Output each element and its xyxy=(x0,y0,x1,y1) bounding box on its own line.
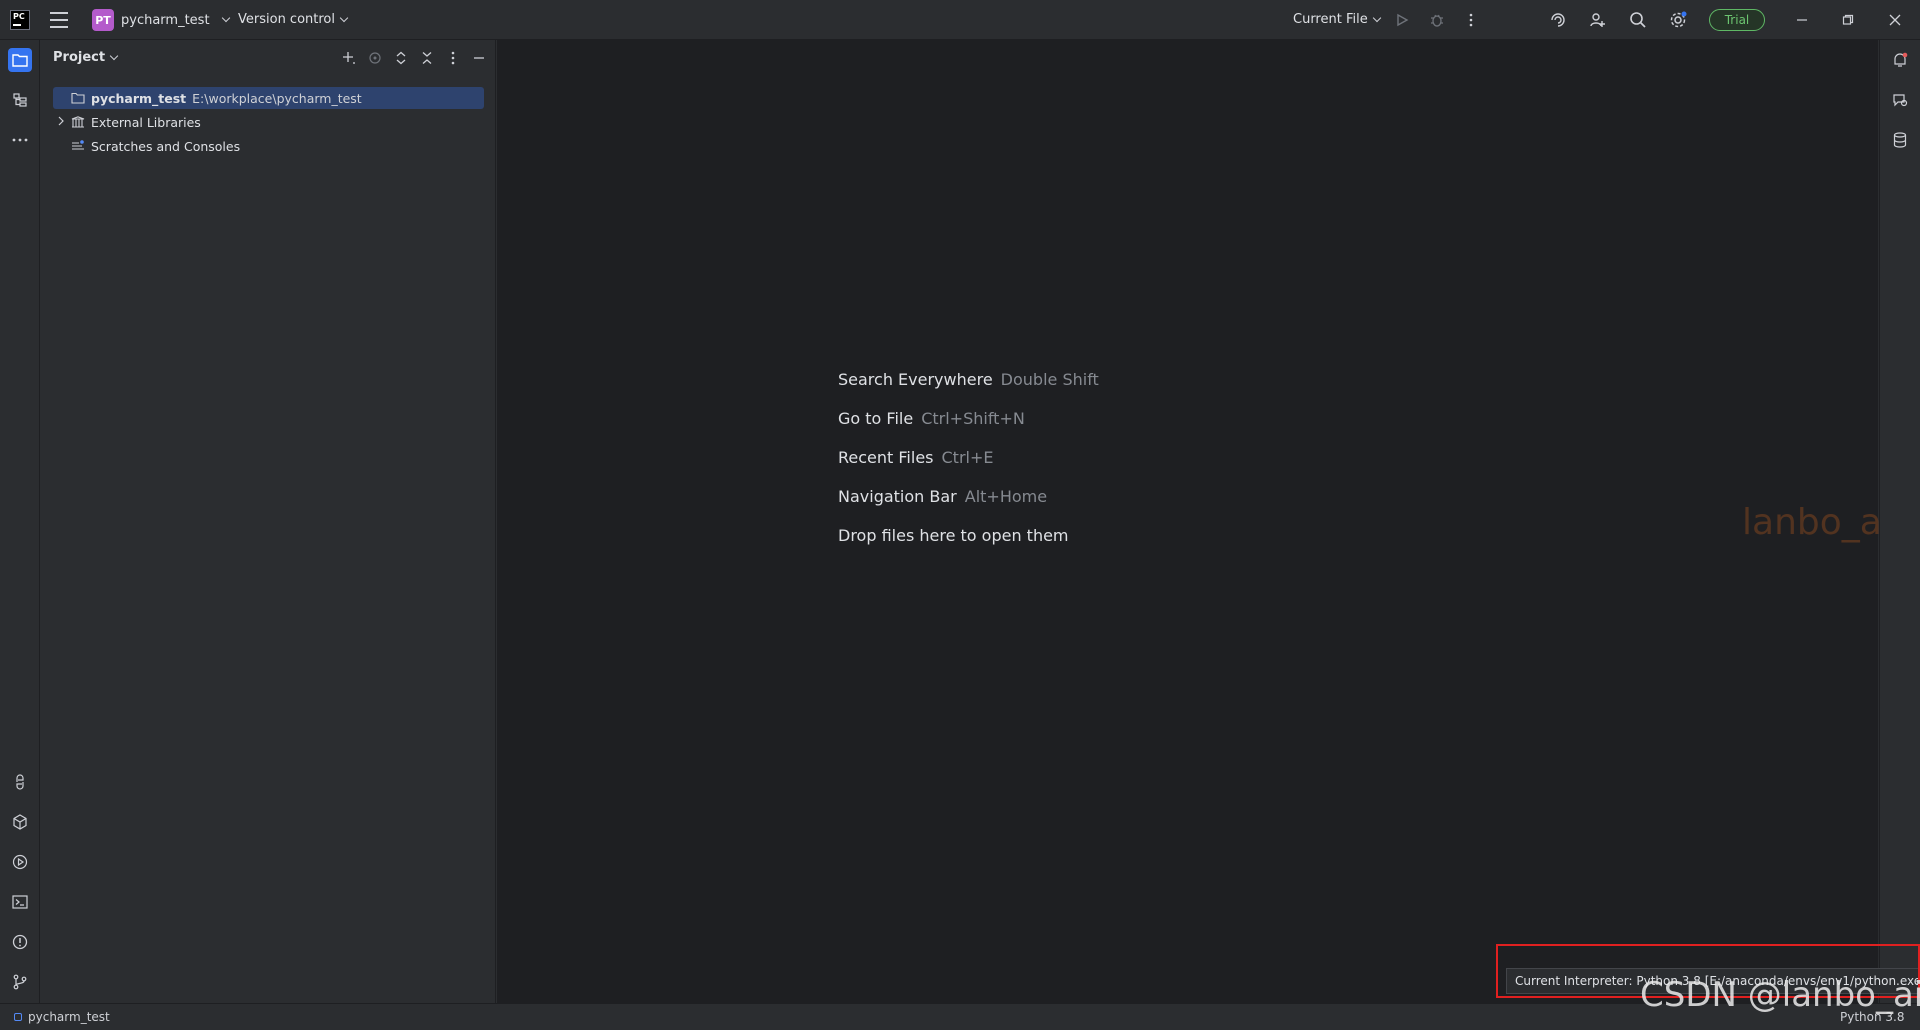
version-control-widget[interactable]: Version control xyxy=(238,12,349,27)
chevron-down-icon xyxy=(221,13,230,23)
ai-chat-icon[interactable] xyxy=(1888,88,1912,112)
problems-icon[interactable] xyxy=(8,930,32,954)
collapse-all-icon[interactable] xyxy=(419,50,435,66)
left-tool-strip xyxy=(0,40,40,1003)
restore-window-icon[interactable] xyxy=(1836,8,1860,32)
module-icon xyxy=(14,1013,22,1021)
hide-panel-icon[interactable] xyxy=(471,50,487,66)
structure-icon[interactable] xyxy=(8,88,32,112)
code-with-me-icon[interactable] xyxy=(1587,9,1609,31)
project-panel-toolbar xyxy=(341,50,487,66)
right-tool-strip xyxy=(1879,40,1920,1003)
tree-item-path: E:\workplace\pycharm_test xyxy=(192,90,362,106)
tree-item-project-root[interactable]: pycharm_test E:\workplace\pycharm_test xyxy=(53,87,484,109)
pycharm-logo-icon: PC xyxy=(10,10,30,30)
tree-item-label: External Libraries xyxy=(91,114,201,130)
search-icon[interactable] xyxy=(1627,9,1649,31)
chevron-down-icon xyxy=(109,51,119,60)
run-icon[interactable] xyxy=(1391,9,1413,31)
library-icon xyxy=(69,115,87,129)
locate-file-icon[interactable] xyxy=(367,50,383,66)
notifications-bell-icon[interactable] xyxy=(1888,48,1912,72)
hint-recent-files: Recent Files Ctrl+E xyxy=(838,448,994,467)
close-window-icon[interactable] xyxy=(1883,8,1907,32)
run-config-label: Current File xyxy=(1293,12,1368,27)
chevron-right-icon[interactable] xyxy=(53,116,69,129)
python-packages-icon[interactable] xyxy=(8,770,32,794)
chevron-down-icon xyxy=(1372,13,1381,22)
ai-assistant-icon[interactable] xyxy=(1547,9,1569,31)
csdn-watermark: CSDN @lanbo_ai xyxy=(1640,975,1920,1015)
version-control-label: Version control xyxy=(238,12,335,27)
chevron-down-icon xyxy=(339,13,349,22)
more-actions-icon[interactable] xyxy=(1460,9,1482,31)
editor-area[interactable]: Search Everywhere Double Shift Go to File… xyxy=(497,40,1892,1003)
hint-drop-files: Drop files here to open them xyxy=(838,526,1069,545)
main-menu-icon[interactable] xyxy=(50,12,68,28)
options-icon[interactable] xyxy=(445,50,461,66)
tree-item-label: Scratches and Consoles xyxy=(91,138,241,154)
hint-search-everywhere: Search Everywhere Double Shift xyxy=(838,370,1099,389)
more-tool-windows-icon[interactable] xyxy=(8,128,32,152)
project-folder-icon[interactable] xyxy=(8,48,32,72)
add-icon[interactable] xyxy=(341,50,357,66)
project-tool-window: Project pycharm_test E:\workplace\pychar… xyxy=(41,40,496,1003)
title-bar: PC PT pycharm_test Version control Curre… xyxy=(0,0,1920,40)
scratches-icon xyxy=(69,139,87,153)
project-name: pycharm_test xyxy=(121,12,210,28)
watermark-text: lanbo_ai xyxy=(1742,502,1892,543)
project-panel-header[interactable]: Project xyxy=(53,50,119,65)
project-badge: PT xyxy=(92,9,114,31)
expand-all-icon[interactable] xyxy=(393,50,409,66)
status-bar: pycharm_test Python 3.8 xyxy=(0,1003,1920,1030)
services-icon[interactable] xyxy=(8,850,32,874)
folder-icon xyxy=(69,91,87,105)
tree-item-label: pycharm_test xyxy=(91,90,187,106)
run-config-selector[interactable]: Current File xyxy=(1293,12,1381,27)
trial-badge[interactable]: Trial xyxy=(1709,9,1765,31)
project-panel-title: Project xyxy=(53,50,106,65)
hint-navigation-bar: Navigation Bar Alt+Home xyxy=(838,487,1048,506)
terminal-icon[interactable] xyxy=(8,890,32,914)
tree-item-external-libraries[interactable]: External Libraries xyxy=(53,111,201,133)
database-icon[interactable] xyxy=(1888,128,1912,152)
minimize-icon[interactable] xyxy=(1790,8,1814,32)
python-console-icon[interactable] xyxy=(8,810,32,834)
debug-icon[interactable] xyxy=(1426,9,1448,31)
git-branch-icon[interactable] xyxy=(8,970,32,994)
settings-gear-icon[interactable] xyxy=(1667,9,1689,31)
hint-go-to-file: Go to File Ctrl+Shift+N xyxy=(838,409,1025,428)
status-project-breadcrumb[interactable]: pycharm_test xyxy=(14,1010,110,1024)
project-widget[interactable]: PT pycharm_test xyxy=(92,9,230,31)
tree-item-scratches[interactable]: Scratches and Consoles xyxy=(53,135,240,157)
